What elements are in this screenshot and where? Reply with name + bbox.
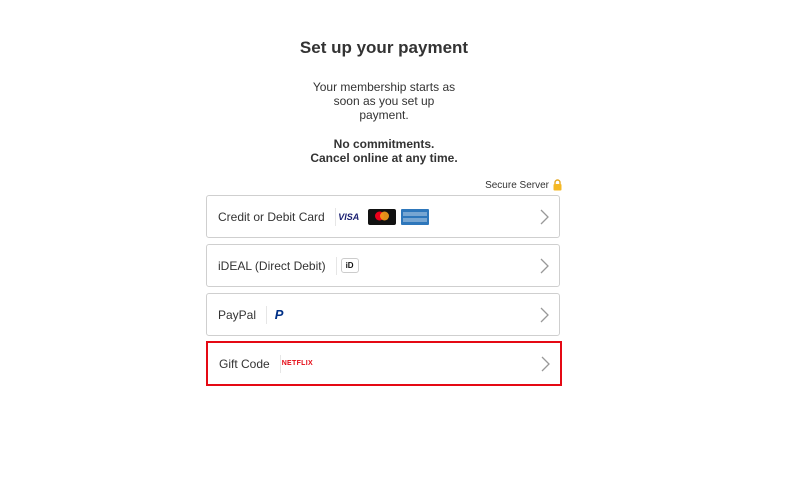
- chevron-right-icon: [539, 209, 549, 225]
- chevron-right-icon: [539, 307, 549, 323]
- secure-server-text: Secure Server: [485, 179, 549, 191]
- chevron-right-icon: [539, 258, 549, 274]
- commitment-text: No commitments. Cancel online at any tim…: [0, 137, 768, 165]
- payment-option-paypal[interactable]: PayPal P: [206, 293, 560, 336]
- visa-logo: VISA: [338, 211, 360, 222]
- gift-code-logos: NETFLIX: [279, 354, 313, 373]
- option-label-gift-code: Gift Code: [219, 356, 270, 371]
- paypal-logo: P: [274, 307, 284, 322]
- netflix-logo: NETFLIX: [281, 360, 313, 367]
- chevron-right-icon: [540, 356, 550, 372]
- payment-option-ideal[interactable]: iDEAL (Direct Debit) iD: [206, 244, 560, 287]
- mastercard-logo: [367, 208, 396, 225]
- card-logos: VISA: [334, 207, 429, 226]
- cancel-online-text: Cancel online at any time.: [310, 151, 458, 165]
- logo-divider: [279, 354, 281, 373]
- option-label-card: Credit or Debit Card: [218, 209, 325, 224]
- logo-divider: [335, 256, 337, 275]
- page-title: Set up your payment: [299, 38, 469, 57]
- ideal-logo-text: iD: [345, 261, 354, 270]
- payment-option-card[interactable]: Credit or Debit Card VISA: [206, 195, 560, 238]
- option-label-paypal: PayPal: [218, 307, 257, 322]
- no-commitments-text: No commitments.: [333, 137, 435, 151]
- lock-icon: [553, 179, 562, 191]
- ideal-logos: iD: [335, 256, 359, 275]
- ideal-logo: iD: [340, 258, 359, 273]
- amex-logo: [400, 208, 429, 225]
- secure-server-label: Secure Server: [485, 179, 562, 191]
- paypal-logos: P: [266, 305, 289, 324]
- option-label-ideal: iDEAL (Direct Debit): [218, 258, 326, 273]
- payment-option-gift-code[interactable]: Gift Code NETFLIX: [206, 341, 562, 386]
- membership-subtitle: Your membership starts as soon as you se…: [312, 80, 456, 122]
- logo-divider: [266, 305, 268, 324]
